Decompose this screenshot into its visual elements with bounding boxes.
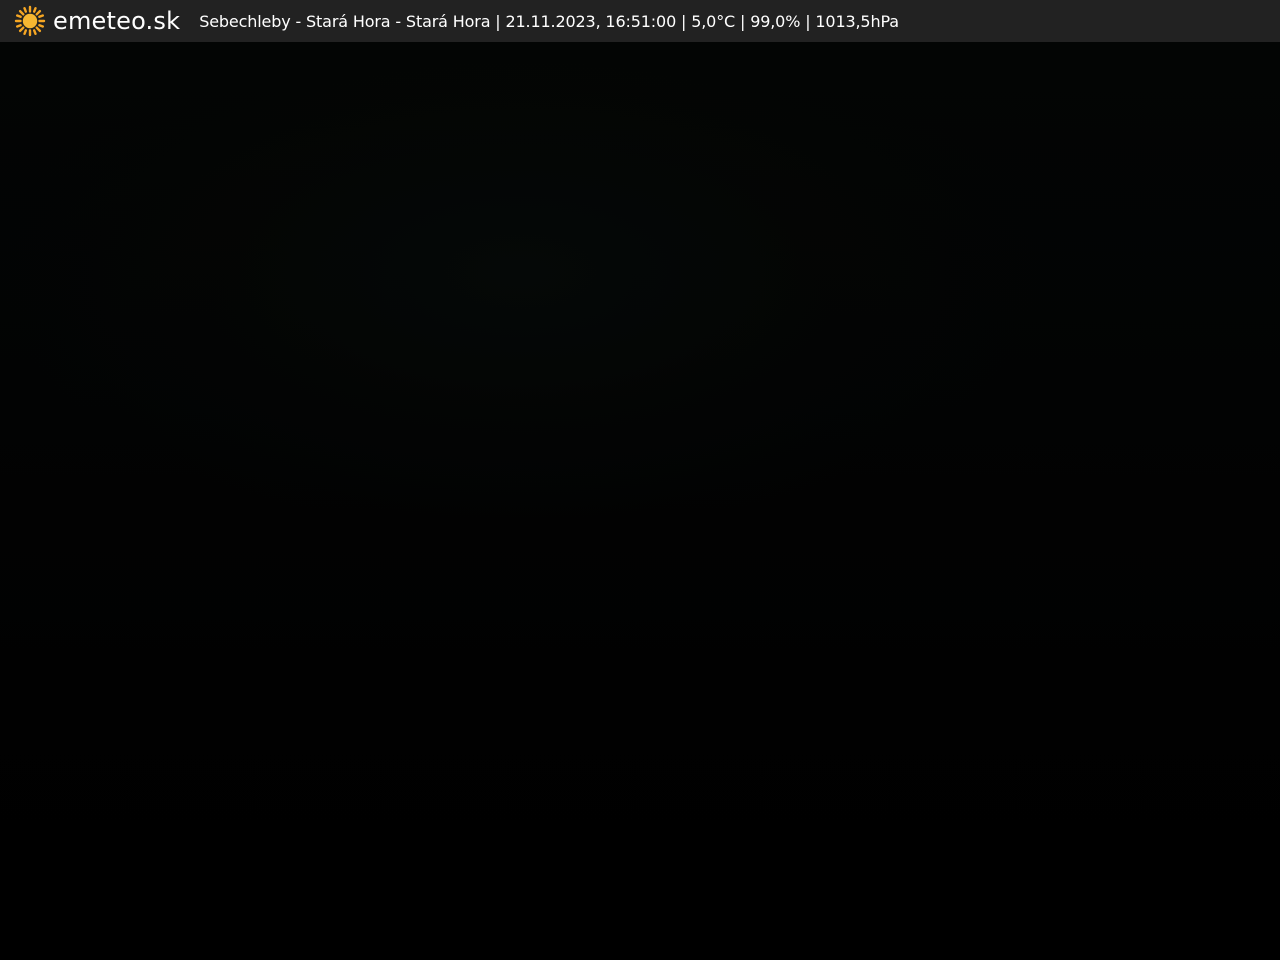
brand-name: emeteo.sk xyxy=(53,7,181,35)
site-logo[interactable]: emeteo.sk xyxy=(14,5,180,37)
webcam-image xyxy=(0,42,1280,960)
webcam-page: emeteo.sk Sebechleby - Stará Hora - Star… xyxy=(0,0,1280,960)
station-caption: Sebechleby - Stará Hora - Stará Hora | 2… xyxy=(199,11,899,31)
sun-icon xyxy=(14,5,46,37)
header-bar: emeteo.sk Sebechleby - Stará Hora - Star… xyxy=(0,0,1280,42)
